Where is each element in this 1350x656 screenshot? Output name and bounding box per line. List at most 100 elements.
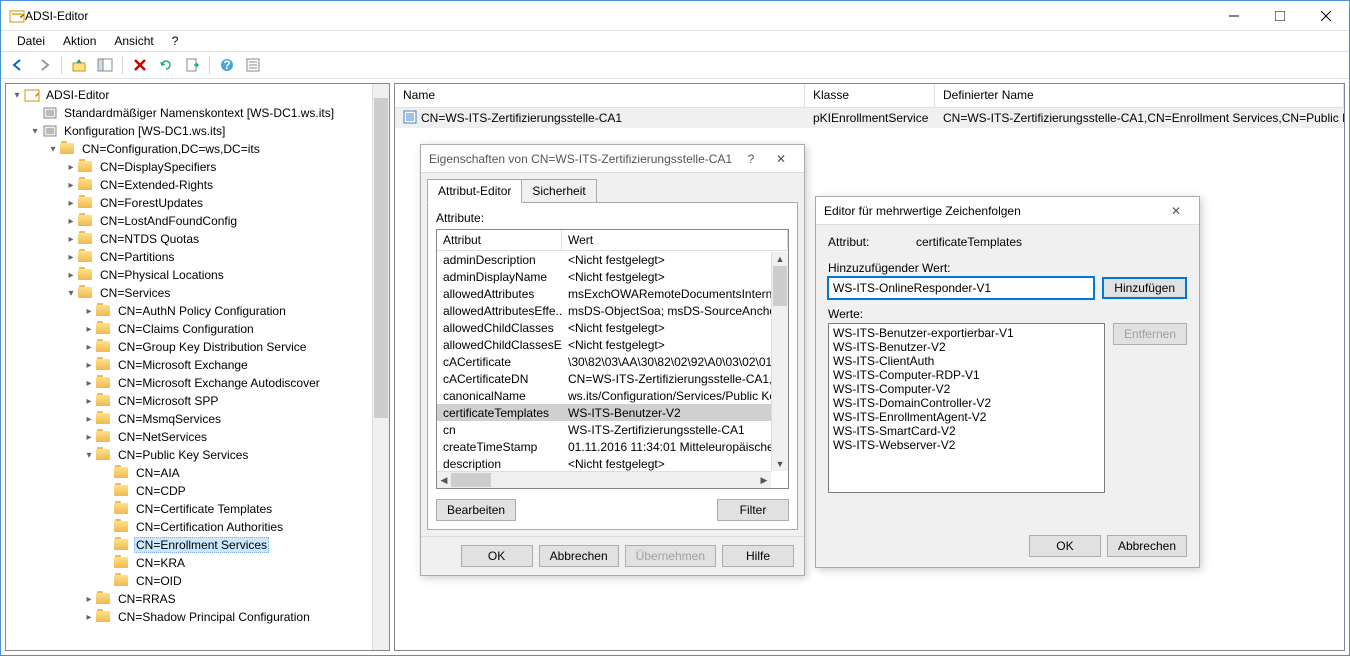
mv-list-item[interactable]: WS-ITS-Benutzer-V2 [831,340,1102,354]
tree-item[interactable]: ▸CN=RRAS [6,590,389,608]
expand-icon[interactable]: ▸ [64,196,78,210]
tree-item[interactable]: ▸CN=Microsoft Exchange Autodiscover [6,374,389,392]
attribute-row[interactable]: allowedChildClasses<Nicht festgelegt> [437,319,788,336]
mv-list-item[interactable]: WS-ITS-ClientAuth [831,354,1102,368]
mv-values-listbox[interactable]: WS-ITS-Benutzer-exportierbar-V1WS-ITS-Be… [828,323,1105,493]
tree-item[interactable]: ▸CN=Shadow Principal Configuration [6,608,389,626]
tree-scrollbar[interactable] [372,84,389,650]
grid-col-wert[interactable]: Wert [562,230,788,250]
help-button[interactable]: Hilfe [722,545,794,567]
attribute-row[interactable]: allowedChildClassesE...<Nicht festgelegt… [437,336,788,353]
back-button[interactable] [7,54,29,76]
expand-icon[interactable]: ▸ [82,358,96,372]
attribute-row[interactable]: certificateTemplatesWS-ITS-Benutzer-V2 [437,404,788,421]
col-klasse[interactable]: Klasse [805,84,935,107]
col-dn[interactable]: Definierter Name [935,84,1344,107]
up-button[interactable] [68,54,90,76]
tree-item[interactable]: ▸CN=Microsoft SPP [6,392,389,410]
minimize-button[interactable] [1211,1,1257,31]
tree-item[interactable]: ▸CN=Claims Configuration [6,320,389,338]
attribute-grid[interactable]: Attribut Wert adminDescription<Nicht fes… [436,229,789,489]
tree-item[interactable]: Standardmäßiger Namenskontext [WS-DC1.ws… [6,104,389,122]
expand-icon[interactable]: ▸ [82,304,96,318]
maximize-button[interactable] [1257,1,1303,31]
attribute-row[interactable]: adminDescription<Nicht festgelegt> [437,251,788,268]
tree-item[interactable]: ▸CN=AuthN Policy Configuration [6,302,389,320]
tree-item[interactable]: ▸CN=ForestUpdates [6,194,389,212]
expand-icon[interactable]: ▸ [82,322,96,336]
tree-item[interactable]: ▾Konfiguration [WS-DC1.ws.its] [6,122,389,140]
apply-button[interactable]: Übernehmen [625,545,716,567]
mv-list-item[interactable]: WS-ITS-Computer-RDP-V1 [831,368,1102,382]
tree-item[interactable]: ▸CN=NTDS Quotas [6,230,389,248]
menu-help[interactable]: ? [164,32,187,50]
mv-list-item[interactable]: WS-ITS-EnrollmentAgent-V2 [831,410,1102,424]
properties-button[interactable] [242,54,264,76]
export-button[interactable] [181,54,203,76]
expand-icon[interactable]: ▸ [64,160,78,174]
expand-icon[interactable]: ▸ [64,268,78,282]
attribute-row[interactable]: cACertificate\30\82\03\AA\30\82\02\92\A0… [437,353,788,370]
expand-icon[interactable]: ▸ [64,178,78,192]
attribute-row[interactable]: description<Nicht festgelegt> [437,455,788,472]
tree-item[interactable]: ▸CN=Group Key Distribution Service [6,338,389,356]
tab-attribut-editor[interactable]: Attribut-Editor [427,179,522,203]
tree-item[interactable]: ▾CN=Public Key Services [6,446,389,464]
attribute-row[interactable]: cACertificateDNCN=WS-ITS-Zertifizierungs… [437,370,788,387]
tree-item[interactable]: ▸CN=Microsoft Exchange [6,356,389,374]
tree-item[interactable]: ▸CN=MsmqServices [6,410,389,428]
col-name[interactable]: Name [395,84,805,107]
tree-item[interactable]: ▸CN=NetServices [6,428,389,446]
grid-scrollbar-h[interactable]: ◀▶ [437,471,771,488]
attribute-row[interactable]: canonicalNamews.its/Configuration/Servic… [437,387,788,404]
expand-icon[interactable]: ▸ [64,250,78,264]
attribute-row[interactable]: allowedAttributesEffe...msDS-ObjectSoa; … [437,302,788,319]
expand-icon[interactable]: ▸ [82,610,96,624]
mv-remove-button[interactable]: Entfernen [1113,323,1187,345]
expand-icon[interactable]: ▸ [82,394,96,408]
attribute-row[interactable]: createTimeStamp01.11.2016 11:34:01 Mitte… [437,438,788,455]
dialog-close-icon[interactable]: ✕ [766,149,796,169]
mv-close-icon[interactable]: ✕ [1161,201,1191,221]
menu-aktion[interactable]: Aktion [55,32,104,50]
mv-add-button[interactable]: Hinzufügen [1102,277,1187,299]
collapse-icon[interactable]: ▾ [28,124,42,138]
tree-item[interactable]: CN=AIA [6,464,389,482]
show-hide-tree-button[interactable] [94,54,116,76]
mv-list-item[interactable]: WS-ITS-Computer-V2 [831,382,1102,396]
mv-list-item[interactable]: WS-ITS-SmartCard-V2 [831,424,1102,438]
help-button[interactable]: ? [216,54,238,76]
delete-button[interactable] [129,54,151,76]
refresh-button[interactable] [155,54,177,76]
mv-ok-button[interactable]: OK [1029,535,1101,557]
collapse-icon[interactable]: ▾ [10,88,24,102]
mv-add-input[interactable] [828,277,1094,299]
tree-pane[interactable]: ▾ADSI-EditorStandardmäßiger Namenskontex… [5,83,390,651]
tree-item[interactable]: ▸CN=Partitions [6,248,389,266]
tree-item[interactable]: ▸CN=LostAndFoundConfig [6,212,389,230]
collapse-icon[interactable]: ▾ [82,448,96,462]
expand-icon[interactable]: ▸ [64,214,78,228]
tree-item[interactable]: ▾CN=Configuration,DC=ws,DC=its [6,140,389,158]
expand-icon[interactable]: ▸ [82,430,96,444]
attribute-row[interactable]: adminDisplayName<Nicht festgelegt> [437,268,788,285]
tree-item[interactable]: ▸CN=Physical Locations [6,266,389,284]
grid-scrollbar-v[interactable]: ▲▼ [771,252,788,471]
cancel-button[interactable]: Abbrechen [539,545,619,567]
tree-item[interactable]: ▸CN=Extended-Rights [6,176,389,194]
attribute-row[interactable]: allowedAttributesmsExchOWARemoteDocument… [437,285,788,302]
attribute-row[interactable]: cnWS-ITS-Zertifizierungsstelle-CA1 [437,421,788,438]
dialog-help-icon[interactable]: ? [736,149,766,169]
menu-ansicht[interactable]: Ansicht [106,32,161,50]
close-button[interactable] [1303,1,1349,31]
menu-datei[interactable]: Datei [9,32,53,50]
edit-button[interactable]: Bearbeiten [436,499,516,521]
tree-item[interactable]: CN=OID [6,572,389,590]
tree-item[interactable]: ▸CN=DisplaySpecifiers [6,158,389,176]
tree-item[interactable]: CN=Enrollment Services [6,536,389,554]
expand-icon[interactable]: ▸ [82,592,96,606]
ok-button[interactable]: OK [461,545,533,567]
tree-item[interactable]: CN=Certificate Templates [6,500,389,518]
filter-button[interactable]: Filter [717,499,789,521]
tree-item[interactable]: CN=KRA [6,554,389,572]
